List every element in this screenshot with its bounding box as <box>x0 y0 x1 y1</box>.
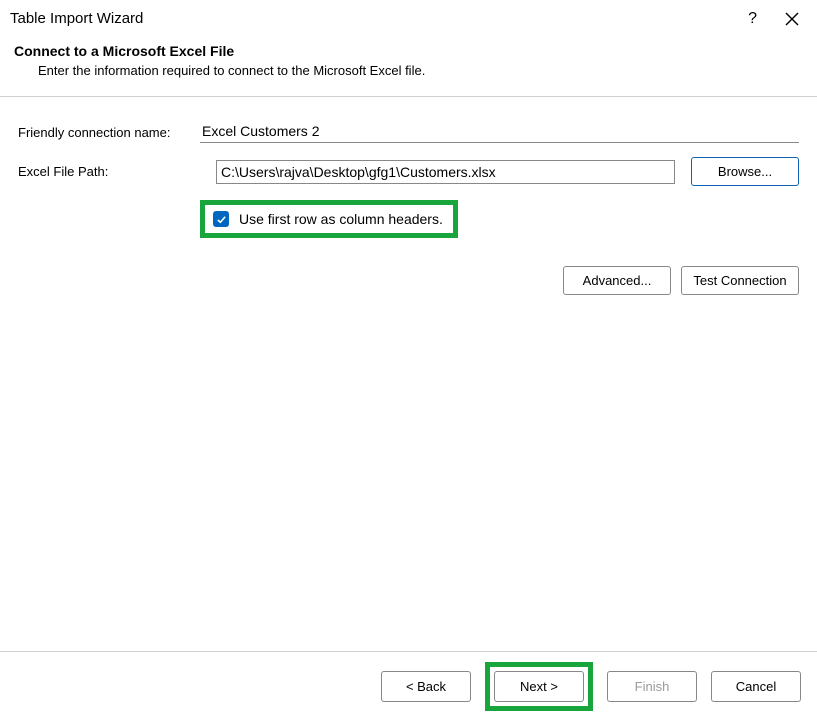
cancel-button[interactable]: Cancel <box>711 671 801 702</box>
checkbox-label: Use first row as column headers. <box>239 211 443 227</box>
checkbox-row: Use first row as column headers. <box>200 200 799 238</box>
friendly-name-input[interactable] <box>200 121 799 143</box>
friendly-name-label: Friendly connection name: <box>18 125 200 140</box>
title-bar-controls: ? <box>748 11 799 27</box>
checkbox-highlight: Use first row as column headers. <box>200 200 458 238</box>
close-icon[interactable] <box>785 12 799 26</box>
test-connection-button[interactable]: Test Connection <box>681 266 799 295</box>
secondary-buttons: Advanced... Test Connection <box>0 250 817 295</box>
footer: < Back Next > Finish Cancel <box>0 651 817 723</box>
window-title: Table Import Wizard <box>10 10 143 27</box>
back-button[interactable]: < Back <box>381 671 471 702</box>
first-row-headers-checkbox[interactable] <box>213 211 229 227</box>
next-highlight: Next > <box>485 662 593 711</box>
next-button[interactable]: Next > <box>494 671 584 702</box>
finish-button: Finish <box>607 671 697 702</box>
friendly-name-row: Friendly connection name: <box>18 121 799 143</box>
help-icon[interactable]: ? <box>748 11 757 27</box>
header-title: Connect to a Microsoft Excel File <box>14 43 803 59</box>
advanced-button[interactable]: Advanced... <box>563 266 671 295</box>
file-path-label: Excel File Path: <box>18 164 200 179</box>
file-path-row: Excel File Path: Browse... <box>18 157 799 186</box>
header-subtitle: Enter the information required to connec… <box>38 63 803 78</box>
form-area: Friendly connection name: Excel File Pat… <box>0 97 817 250</box>
browse-button[interactable]: Browse... <box>691 157 799 186</box>
header-section: Connect to a Microsoft Excel File Enter … <box>0 37 817 96</box>
title-bar: Table Import Wizard ? <box>0 0 817 37</box>
file-path-input[interactable] <box>216 160 675 184</box>
